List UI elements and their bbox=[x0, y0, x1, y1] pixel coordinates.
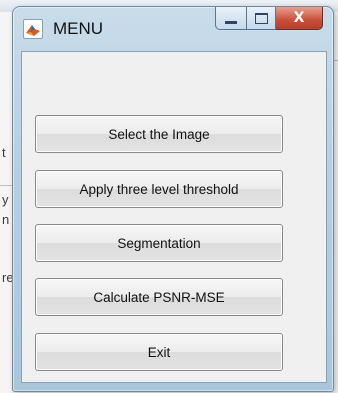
matlab-figure-icon bbox=[23, 19, 43, 39]
menu-panel: Select the Image Apply three level thres… bbox=[21, 51, 327, 383]
window-caption-buttons: X bbox=[215, 7, 323, 31]
minimize-icon bbox=[225, 20, 237, 24]
background-text-fragment: n bbox=[2, 212, 10, 227]
background-text-fragment: t bbox=[2, 145, 6, 160]
select-image-button[interactable]: Select the Image bbox=[35, 115, 283, 153]
maximize-icon bbox=[254, 12, 268, 24]
menu-window: MENU X Select the Image Apply three leve… bbox=[12, 6, 334, 392]
background-divider bbox=[0, 185, 12, 186]
window-title: MENU bbox=[53, 19, 104, 38]
close-button[interactable]: X bbox=[276, 7, 323, 30]
close-icon: X bbox=[293, 10, 305, 26]
minimize-button[interactable] bbox=[215, 7, 247, 30]
exit-button[interactable]: Exit bbox=[35, 333, 283, 371]
segmentation-button[interactable]: Segmentation bbox=[35, 224, 283, 262]
apply-threshold-button[interactable]: Apply three level threshold bbox=[35, 170, 283, 208]
maximize-button[interactable] bbox=[247, 7, 276, 30]
window-titlebar[interactable]: MENU X bbox=[13, 7, 333, 51]
calculate-psnr-mse-button[interactable]: Calculate PSNR-MSE bbox=[35, 278, 283, 316]
background-text-fragment: y bbox=[2, 192, 9, 207]
